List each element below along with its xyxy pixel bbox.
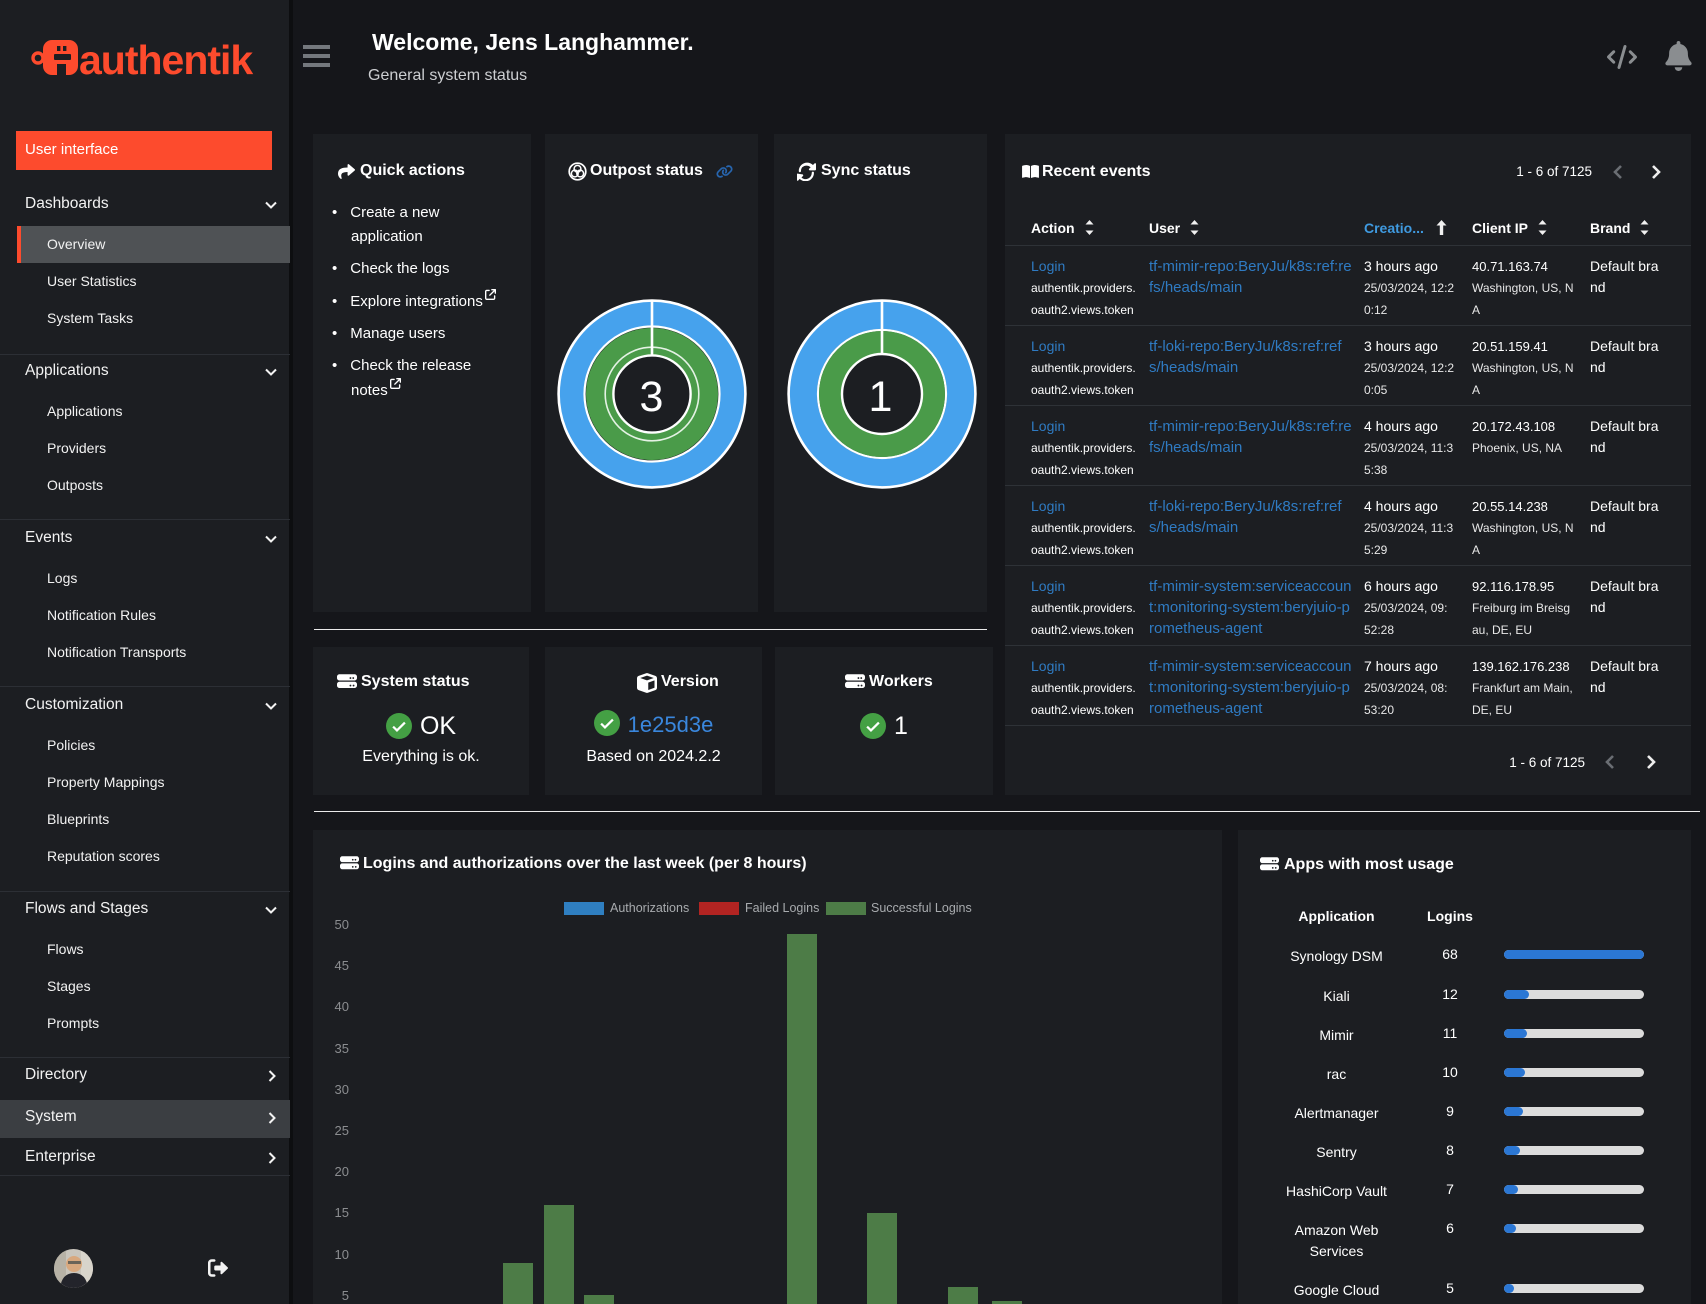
svg-text:authentik: authentik (79, 37, 253, 81)
